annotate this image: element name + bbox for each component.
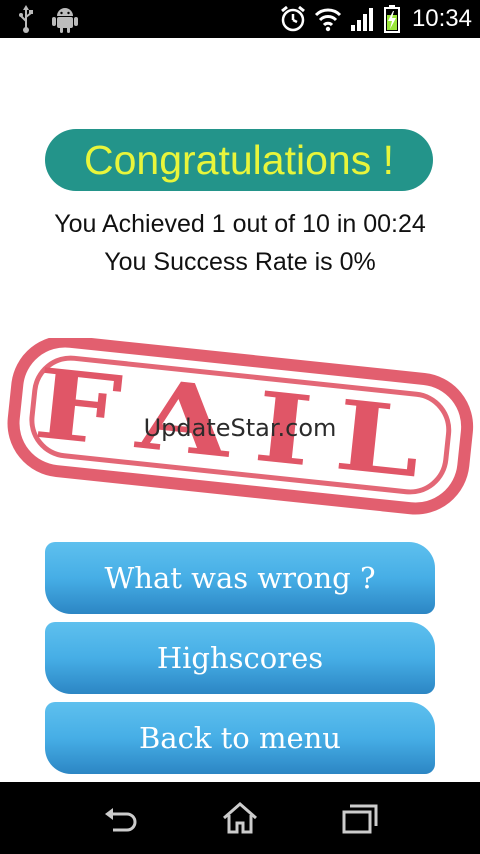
result-screen: Congratulations ! You Achieved 1 out of … — [0, 38, 480, 782]
navigation-bar — [0, 782, 480, 854]
usb-icon — [18, 5, 34, 33]
congratulations-title: Congratulations ! — [84, 136, 394, 183]
android-icon — [52, 5, 78, 33]
alarm-icon — [280, 5, 306, 33]
wifi-icon — [314, 6, 342, 32]
back-icon[interactable] — [101, 800, 141, 836]
status-time: 10:34 — [411, 5, 472, 32]
recent-apps-icon[interactable] — [340, 800, 380, 836]
status-bar: 10:34 — [0, 0, 480, 38]
success-rate-text: You Success Rate is 0% — [104, 248, 376, 276]
signal-icon — [350, 6, 376, 32]
home-icon[interactable] — [220, 800, 260, 836]
back-to-menu-label: Back to menu — [139, 721, 341, 755]
what-was-wrong-label: What was wrong ? — [104, 561, 376, 595]
watermark-text: UpdateStar.com — [143, 414, 337, 442]
what-was-wrong-button[interactable]: What was wrong ? — [45, 542, 435, 614]
achieved-text: You Achieved 1 out of 10 in 00:24 — [54, 210, 426, 238]
highscores-button[interactable]: Highscores — [45, 622, 435, 694]
congratulations-banner: Congratulations ! — [45, 129, 433, 191]
highscores-label: Highscores — [156, 641, 324, 675]
back-to-menu-button[interactable]: Back to menu — [45, 702, 435, 774]
battery-charging-icon — [383, 5, 400, 33]
